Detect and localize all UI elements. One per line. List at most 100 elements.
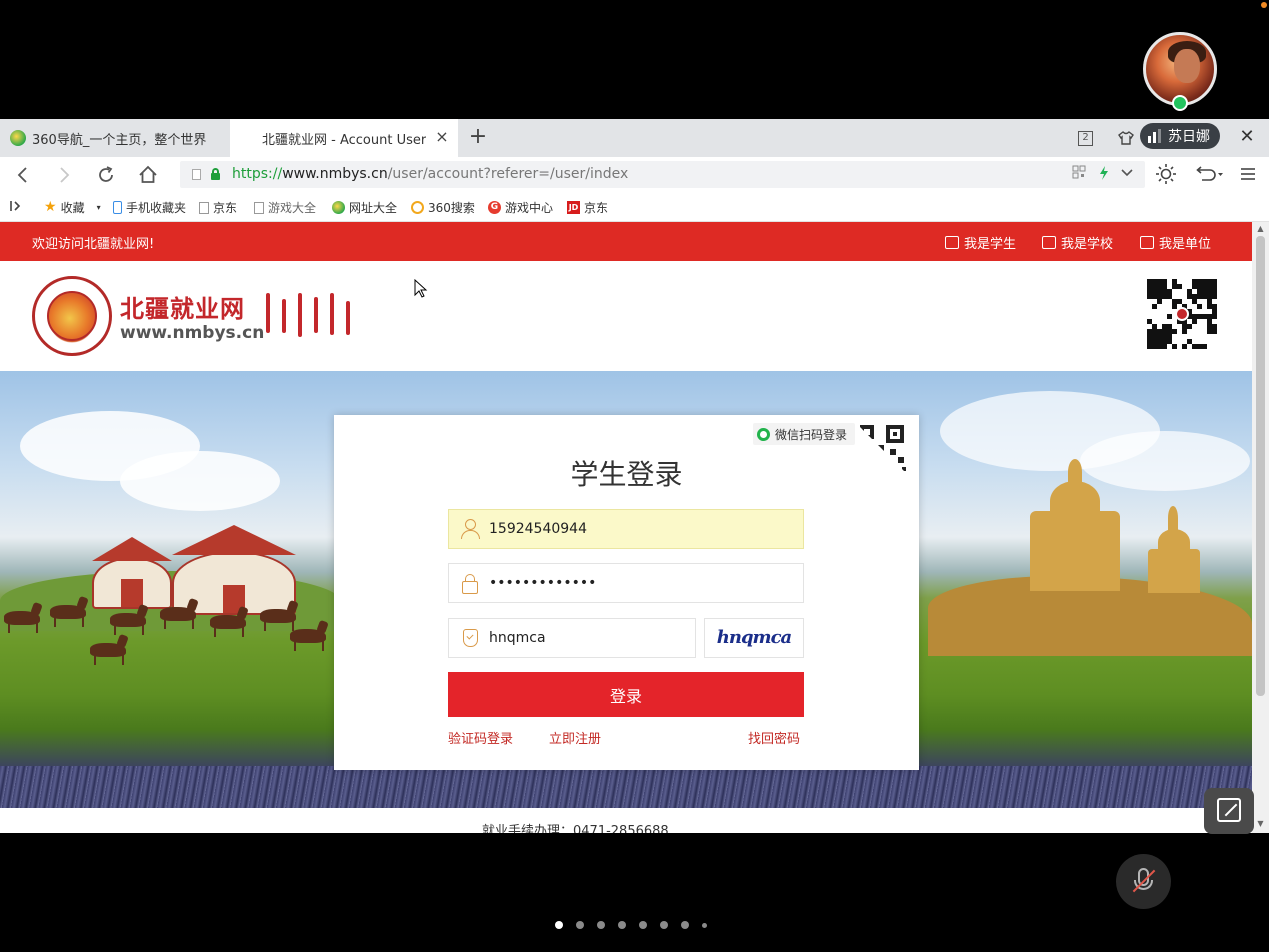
footer-hotline: 就业手续办理：0471-2856688 (482, 824, 669, 833)
qr-module (1187, 324, 1192, 329)
site-name: 北疆就业网 (120, 295, 245, 323)
bookmark-favorites[interactable]: ★ 收藏 ▾ (44, 199, 101, 216)
undo-close-icon[interactable] (1192, 162, 1226, 186)
wechat-login-tag[interactable]: 微信扫码登录 (753, 423, 856, 445)
tab-title: 360导航_一个主页，整个世界 (32, 132, 207, 148)
qr-module (1212, 329, 1217, 334)
page-info-icon[interactable] (192, 169, 201, 180)
lock-icon (449, 564, 489, 602)
window-count: 2 (1078, 130, 1093, 146)
link-school[interactable]: 我是学校 (1042, 233, 1113, 252)
back-icon[interactable] (11, 163, 35, 187)
username-field[interactable] (448, 509, 804, 549)
mongolian-script-logo-icon (262, 293, 358, 343)
mic-active-icon (1172, 95, 1188, 111)
page-scrollbar[interactable]: ▲ ▼ (1252, 222, 1269, 833)
qr-module (1172, 344, 1177, 349)
login-title: 学生登录 (570, 458, 683, 491)
qr-module (1192, 319, 1197, 324)
chevron-down-icon[interactable] (1120, 165, 1134, 185)
web-page: 欢迎访问北疆就业网! 我是学生 我是学校 我是单位 北疆就业网 www.nmby… (0, 222, 1252, 833)
bookmark-url-directory[interactable]: 网址大全 (332, 199, 397, 216)
qr-module (1177, 284, 1182, 289)
bookmark-jd-1[interactable]: 京东 (199, 199, 237, 216)
scrollbar-thumb[interactable] (1256, 236, 1265, 696)
user-icon (449, 510, 489, 548)
url-field[interactable]: https://www.nmbys.cn/user/account?refere… (180, 161, 1145, 188)
captcha-field[interactable] (448, 618, 696, 658)
site-domain: www.nmbys.cn (120, 323, 265, 343)
page-indicator[interactable] (555, 920, 720, 930)
game-g-icon: G (488, 201, 501, 214)
password-field[interactable] (448, 563, 804, 603)
employer-icon (1140, 236, 1154, 249)
scroll-down-icon[interactable]: ▼ (1256, 820, 1265, 828)
address-bar: https://www.nmbys.cn/user/account?refere… (0, 157, 1269, 192)
qr-module (1212, 294, 1217, 299)
home-icon[interactable] (136, 163, 160, 187)
qr-module (1152, 304, 1157, 309)
user-name: 苏日娜 (1168, 129, 1210, 145)
bookmark-games[interactable]: 游戏大全 (254, 199, 316, 216)
bookmark-game-center[interactable]: G 游戏中心 (488, 199, 553, 216)
phone-icon (113, 201, 122, 214)
shield-icon (449, 619, 489, 657)
qr-module (1162, 344, 1167, 349)
close-window-icon[interactable]: ✕ (1237, 127, 1257, 147)
new-tab-button[interactable]: + (466, 125, 490, 149)
bookmark-jd-2[interactable]: JD 京东 (567, 199, 608, 216)
school-icon (1042, 236, 1056, 249)
site-logo-icon[interactable] (32, 276, 112, 356)
sidebar-toggle-icon[interactable] (9, 199, 23, 213)
yurt-image (92, 537, 172, 609)
360-icon (332, 201, 345, 214)
jd-icon: JD (567, 201, 580, 214)
captcha-image[interactable]: hnqmca (704, 618, 804, 658)
wechat-icon (757, 427, 770, 441)
qr-module (1167, 314, 1172, 319)
qr-module (1197, 304, 1202, 309)
login-button[interactable]: 登录 (448, 672, 804, 717)
browser-window: 360导航_一个主页，整个世界 北疆就业网 - Account User × +… (0, 119, 1269, 833)
password-input[interactable] (489, 564, 803, 602)
qr-module (1172, 329, 1177, 334)
chevron-down-icon: ▾ (96, 203, 101, 212)
speed-mode-icon[interactable] (1098, 165, 1110, 185)
bookmark-mobile[interactable]: 手机收藏夹 (113, 199, 186, 216)
register-link[interactable]: 立即注册 (549, 728, 601, 747)
forward-icon[interactable] (52, 163, 76, 187)
brightness-icon[interactable] (1154, 162, 1178, 186)
360-favicon-icon (10, 130, 26, 146)
skin-icon[interactable] (1118, 119, 1134, 157)
qr-code-icon[interactable] (1072, 165, 1086, 183)
search-ring-icon (411, 201, 424, 214)
tab-360-nav[interactable]: 360导航_一个主页，整个世界 (0, 119, 230, 157)
student-icon (945, 236, 959, 249)
username-input[interactable] (489, 510, 803, 548)
forgot-password-link[interactable]: 找回密码 (748, 728, 800, 747)
mute-microphone-button[interactable] (1116, 854, 1171, 909)
qr-module (1212, 314, 1217, 319)
close-tab-icon[interactable]: × (434, 129, 450, 145)
scroll-up-icon[interactable]: ▲ (1256, 225, 1265, 233)
site-top-bar: 欢迎访问北疆就业网! 我是学生 我是学校 我是单位 (0, 222, 1252, 261)
screen-share-icon[interactable] (1204, 788, 1254, 834)
bookmark-360-search[interactable]: 360搜索 (411, 199, 475, 216)
qr-module (1182, 344, 1187, 349)
captcha-input[interactable] (489, 619, 695, 657)
menu-icon[interactable] (1236, 162, 1260, 186)
window-count-button[interactable]: 2 (1078, 119, 1096, 157)
link-student[interactable]: 我是学生 (945, 233, 1016, 252)
reload-icon[interactable] (94, 163, 118, 187)
sms-login-link[interactable]: 验证码登录 (448, 728, 513, 747)
qr-center-logo-icon (1175, 307, 1189, 321)
screen: 360导航_一个主页，整个世界 北疆就业网 - Account User × +… (0, 0, 1269, 952)
star-icon: ★ (44, 199, 57, 215)
lock-icon (211, 168, 220, 180)
link-employer[interactable]: 我是单位 (1140, 233, 1211, 252)
bookmarks-bar: ★ 收藏 ▾ 手机收藏夹 京东 游戏大全 网址大全 360搜索 G 游戏中心 J… (0, 192, 1269, 222)
welcome-text: 欢迎访问北疆就业网! (32, 237, 155, 252)
user-account-pill[interactable]: 苏日娜 (1140, 123, 1220, 149)
site-header: 北疆就业网 www.nmbys.cn (0, 261, 1252, 371)
tab-account-user[interactable]: 北疆就业网 - Account User × (230, 119, 458, 157)
